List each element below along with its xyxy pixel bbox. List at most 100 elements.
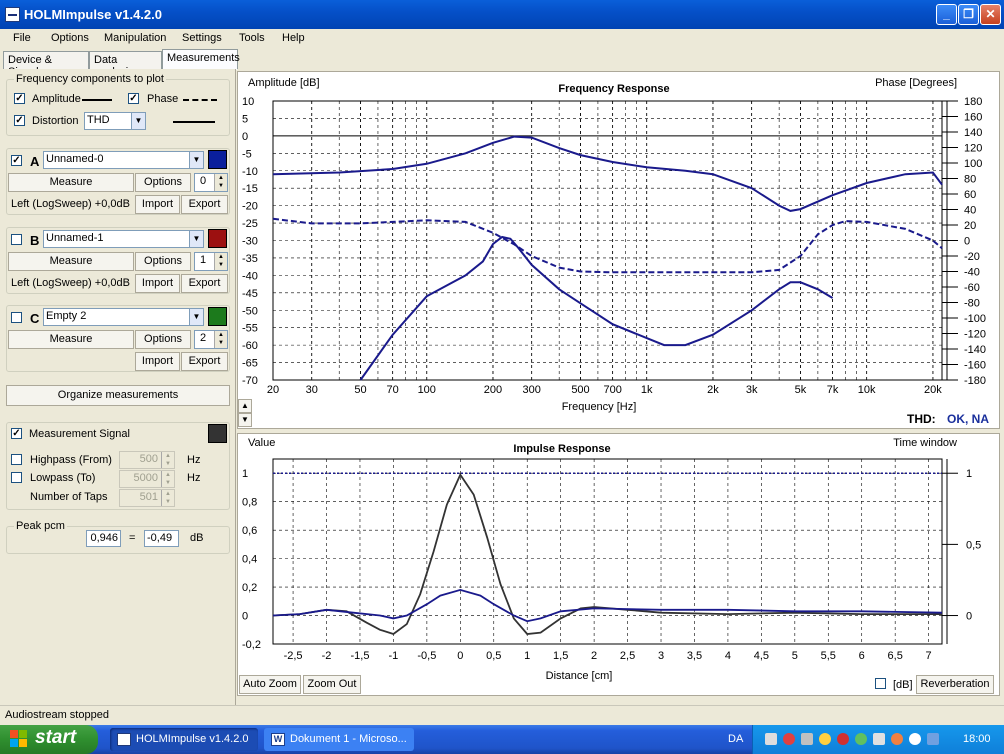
x-tick-label: 700 — [603, 384, 621, 396]
measurement-b-color-swatch[interactable] — [208, 229, 227, 248]
maximize-button[interactable]: ❐ — [958, 4, 979, 25]
scroll-up-button[interactable]: ▲ — [238, 399, 252, 413]
menu-manipulation[interactable]: Manipulation — [104, 32, 166, 44]
x-tick-label: 200 — [484, 384, 502, 396]
measurement-c-index-spinner[interactable]: 2 ▲ ▼ — [194, 330, 228, 349]
organize-measurements-button[interactable]: Organize measurements — [6, 385, 230, 406]
highpass-checkbox[interactable] — [11, 454, 22, 465]
x-tick-label: 0 — [457, 650, 463, 662]
zoom-out-button[interactable]: Zoom Out — [303, 675, 361, 694]
options-b-button[interactable]: Options — [135, 252, 191, 271]
security-icon[interactable] — [783, 733, 795, 745]
phase-checkbox[interactable]: ✓ — [128, 93, 139, 104]
x-tick-label: 4,5 — [754, 650, 769, 662]
measurement-a-desc: Left (LogSweep) +0,0dB — [11, 198, 130, 210]
import-c-button[interactable]: Import — [135, 352, 180, 371]
lowpass-input[interactable]: 5000 ▲ ▼ — [119, 470, 175, 488]
y-tick-label: 0,6 — [242, 525, 257, 537]
chevron-down-icon[interactable]: ▼ — [189, 231, 203, 247]
x-tick-label: 2,5 — [620, 650, 635, 662]
y2-tick-label: 0 — [966, 611, 972, 623]
measure-c-button[interactable]: Measure — [8, 330, 134, 349]
options-c-button[interactable]: Options — [135, 330, 191, 349]
tab-device-signal[interactable]: Device & Signal — [3, 51, 89, 78]
sync-icon[interactable] — [855, 733, 867, 745]
menu-settings[interactable]: Settings — [182, 32, 222, 44]
volume-icon[interactable] — [801, 733, 813, 745]
spin-arrows-icon[interactable]: ▲ ▼ — [161, 471, 174, 487]
network-icon[interactable] — [765, 733, 777, 745]
frequency-components-legend: Frequency components to plot — [14, 73, 166, 85]
auto-zoom-button[interactable]: Auto Zoom — [239, 675, 301, 694]
amplitude-checkbox[interactable]: ✓ — [14, 93, 25, 104]
highpass-unit: Hz — [187, 454, 201, 466]
display-icon[interactable] — [927, 733, 939, 745]
frequency-response-chart[interactable]: 20 30 50 70 100 200 300 500 700 1k 2k 3k 5k 7k 10k 20k1… — [238, 72, 1001, 430]
start-button[interactable]: start — [0, 725, 98, 754]
measurement-b-name-select[interactable]: Unnamed-1 ▼ — [43, 230, 204, 248]
measurement-signal-checkbox[interactable]: ✓ — [11, 428, 22, 439]
lowpass-checkbox[interactable] — [11, 472, 22, 483]
db-checkbox[interactable] — [875, 678, 886, 689]
language-indicator[interactable]: DA — [728, 733, 743, 745]
reverberation-button[interactable]: Reverberation — [916, 675, 994, 694]
app-tray-icon[interactable] — [891, 733, 903, 745]
taskbar-item-holmimpulse[interactable]: HOLMImpulse v1.4.2.0 — [110, 728, 258, 751]
measurement-c-name-select[interactable]: Empty 2 ▼ — [43, 308, 204, 326]
measurement-b-index-spinner[interactable]: 1 ▲ ▼ — [194, 252, 228, 271]
x-tick-label: 2k — [707, 384, 719, 396]
measurement-c-color-swatch[interactable] — [208, 307, 227, 326]
minimize-button[interactable]: _ — [936, 4, 957, 25]
export-c-button[interactable]: Export — [181, 352, 228, 371]
measurement-a-checkbox[interactable]: ✓ — [11, 155, 22, 166]
export-b-button[interactable]: Export — [181, 274, 228, 293]
menu-bar: File Options Manipulation Settings Tools… — [0, 29, 1004, 49]
import-a-button[interactable]: Import — [135, 195, 180, 214]
x-tick-label: -2,5 — [284, 650, 303, 662]
chevron-down-icon[interactable]: ▼ — [189, 309, 203, 325]
usb-icon[interactable] — [873, 733, 885, 745]
menu-help[interactable]: Help — [282, 32, 305, 44]
spin-arrows-icon[interactable]: ▲ ▼ — [214, 331, 227, 348]
taskbar-item-word[interactable]: W Dokument 1 - Microso... — [264, 728, 414, 751]
distortion-checkbox[interactable]: ✓ — [14, 115, 25, 126]
measurement-c-checkbox[interactable] — [11, 312, 22, 323]
spin-arrows-icon[interactable]: ▲ ▼ — [161, 490, 174, 506]
taps-input[interactable]: 501 ▲ ▼ — [119, 489, 175, 507]
options-a-button[interactable]: Options — [135, 173, 191, 192]
export-a-button[interactable]: Export — [181, 195, 228, 214]
close-button[interactable]: ✕ — [980, 4, 1001, 25]
chevron-down-icon[interactable]: ▼ — [131, 113, 145, 129]
spin-arrows-icon[interactable]: ▲ ▼ — [214, 253, 227, 270]
highpass-input[interactable]: 500 ▲ ▼ — [119, 451, 175, 469]
impulse-response-chart[interactable]: -2,5 -2 -1,5 -1 -0,5 0 0,5 1 1,5 2 2,5 3 3,5 4 4,5 5 5,5… — [238, 434, 1001, 697]
y2-axis-label: Phase [Degrees] — [875, 77, 957, 89]
menu-tools[interactable]: Tools — [239, 32, 265, 44]
distortion-select[interactable]: THD ▼ — [84, 112, 146, 130]
messenger-icon[interactable] — [909, 733, 921, 745]
signal-color-swatch[interactable] — [208, 424, 227, 443]
spin-arrows-icon[interactable]: ▲ ▼ — [161, 452, 174, 468]
menu-options[interactable]: Options — [51, 32, 89, 44]
menu-file[interactable]: File — [13, 32, 31, 44]
peak-value-field[interactable]: 0,946 — [86, 530, 121, 547]
antivirus-icon[interactable] — [837, 733, 849, 745]
import-b-button[interactable]: Import — [135, 274, 180, 293]
chevron-down-icon[interactable]: ▼ — [189, 152, 203, 168]
measurement-a-name-select[interactable]: Unnamed-0 ▼ — [43, 151, 204, 169]
thd-value: OK, NA — [947, 412, 989, 426]
scroll-down-button[interactable]: ▼ — [238, 413, 252, 427]
tab-measurements[interactable]: Measurements — [162, 49, 240, 70]
peak-db-field[interactable]: -0,49 — [144, 530, 179, 547]
frequency-response-panel: 20 30 50 70 100 200 300 500 700 1k 2k 3k 5k 7k 10k 20k 1… — [237, 71, 1000, 429]
spin-arrows-icon[interactable]: ▲ ▼ — [214, 174, 227, 191]
measurement-a-color-swatch[interactable] — [208, 150, 227, 169]
measurement-a-index-spinner[interactable]: 0 ▲ ▼ — [194, 173, 228, 192]
measurement-b-checkbox[interactable] — [11, 234, 22, 245]
measure-b-button[interactable]: Measure — [8, 252, 134, 271]
measure-a-button[interactable]: Measure — [8, 173, 134, 192]
x-tick-label: 0,5 — [486, 650, 501, 662]
clock[interactable]: 18:00 — [963, 733, 991, 745]
update-icon[interactable] — [819, 733, 831, 745]
tab-data-analysis[interactable]: Data analysis — [89, 51, 162, 78]
